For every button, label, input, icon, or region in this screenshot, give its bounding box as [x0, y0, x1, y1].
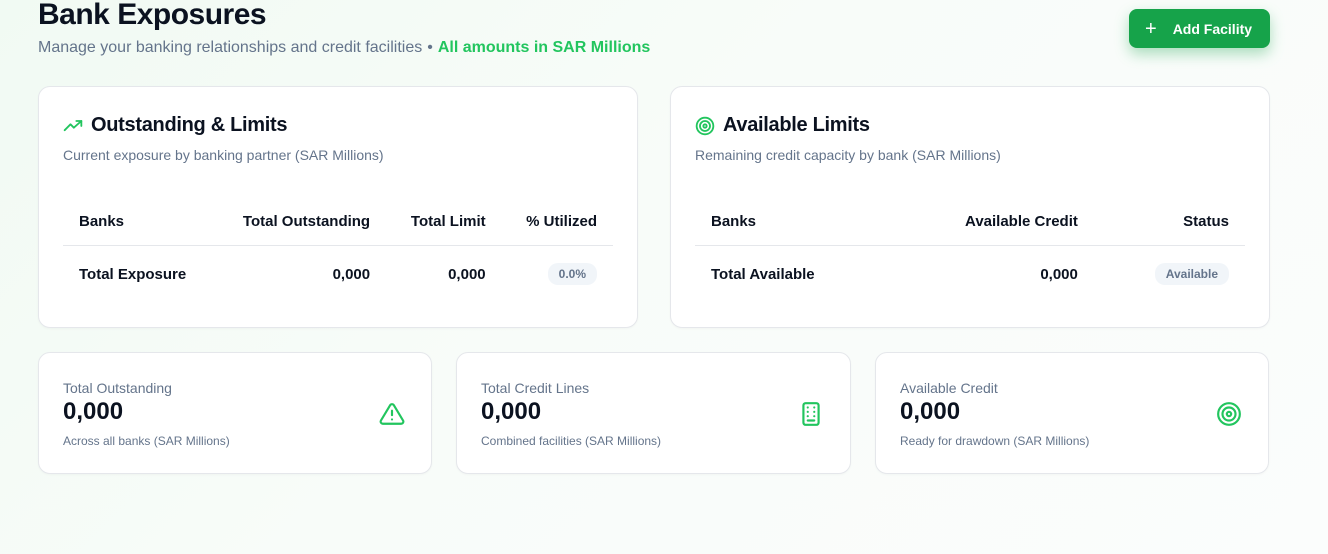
subtitle-separator: • [427, 39, 433, 56]
trending-up-icon [63, 119, 83, 131]
stat-card-total-outstanding: Total Outstanding 0,000 Across all banks… [38, 352, 432, 474]
available-limits-card: Available Limits Remaining credit capaci… [670, 86, 1270, 328]
outstanding-card-title: Outstanding & Limits [91, 114, 288, 136]
stat-label: Total Outstanding [63, 380, 172, 396]
total-exposure-label: Total Exposure [79, 265, 187, 283]
outstanding-table: Banks Total Outstanding Total Limit % Ut… [63, 198, 613, 303]
stat-note: Combined facilities (SAR Millions) [481, 434, 662, 448]
stat-value: 0,000 [481, 398, 542, 425]
stat-label: Total Credit Lines [481, 380, 590, 396]
subtitle-text: Manage your banking relationships and cr… [38, 39, 423, 56]
target-icon [695, 116, 715, 135]
table-header-row: Banks Available Credit Status [695, 198, 1245, 246]
utilized-badge: 0.0% [547, 263, 597, 286]
add-facility-label: Add Facility [1172, 20, 1253, 37]
status-badge: Available [1154, 263, 1229, 286]
column-header-status[interactable]: Status [1093, 198, 1245, 246]
alert-triangle-icon [379, 403, 405, 425]
target-icon [1217, 402, 1241, 426]
page-subtitle: Manage your banking relationships and cr… [38, 39, 650, 57]
column-header-utilized[interactable]: % Utilized [501, 198, 613, 246]
available-card-title: Available Limits [723, 114, 870, 136]
column-header-available-credit[interactable]: Available Credit [887, 198, 1094, 246]
status-cell: Available [1094, 245, 1245, 303]
table-header-row: Banks Total Outstanding Total Limit % Ut… [63, 198, 613, 246]
building-icon [802, 402, 820, 426]
page-title: Bank Exposures [38, 0, 267, 31]
utilized-cell: 0.0% [502, 245, 613, 303]
stat-value: 0,000 [900, 398, 961, 425]
total-limit-value: 0,000 [448, 265, 486, 283]
total-outstanding-value: 0,000 [332, 265, 371, 283]
available-card-description: Remaining credit capacity by bank (SAR M… [695, 147, 1001, 163]
stat-card-total-credit-lines: Total Credit Lines 0,000 Combined facili… [456, 352, 851, 474]
total-available-label: Total Available [711, 265, 815, 283]
stat-card-available-credit: Available Credit 0,000 Ready for drawdow… [875, 352, 1269, 474]
stat-label: Available Credit [900, 380, 998, 396]
column-header-banks[interactable]: Banks [63, 198, 214, 246]
stat-value: 0,000 [63, 398, 124, 425]
total-available-row: Total Available 0,000 Available [695, 245, 1245, 303]
total-available-value: 0,000 [1040, 265, 1078, 283]
outstanding-card-description: Current exposure by banking partner (SAR… [63, 147, 384, 163]
stat-note: Across all banks (SAR Millions) [63, 434, 230, 448]
currency-note: All amounts in SAR Millions [437, 39, 651, 56]
available-card-header: Available Limits [695, 114, 870, 137]
stat-note: Ready for drawdown (SAR Millions) [900, 434, 1090, 448]
total-exposure-row: Total Exposure 0,000 0,000 0.0% [63, 245, 613, 303]
available-table: Banks Available Credit Status Total Avai… [695, 198, 1245, 303]
page-header: Bank Exposures Manage your banking relat… [38, 0, 1270, 70]
outstanding-card-header: Outstanding & Limits [63, 114, 288, 137]
column-header-total-outstanding[interactable]: Total Outstanding [213, 198, 387, 246]
column-header-banks[interactable]: Banks [695, 198, 888, 246]
plus-icon: + [1145, 17, 1157, 40]
outstanding-limits-card: Outstanding & Limits Current exposure by… [38, 86, 638, 328]
add-facility-button[interactable]: + Add Facility [1129, 9, 1270, 48]
column-header-total-limit[interactable]: Total Limit [386, 198, 502, 246]
